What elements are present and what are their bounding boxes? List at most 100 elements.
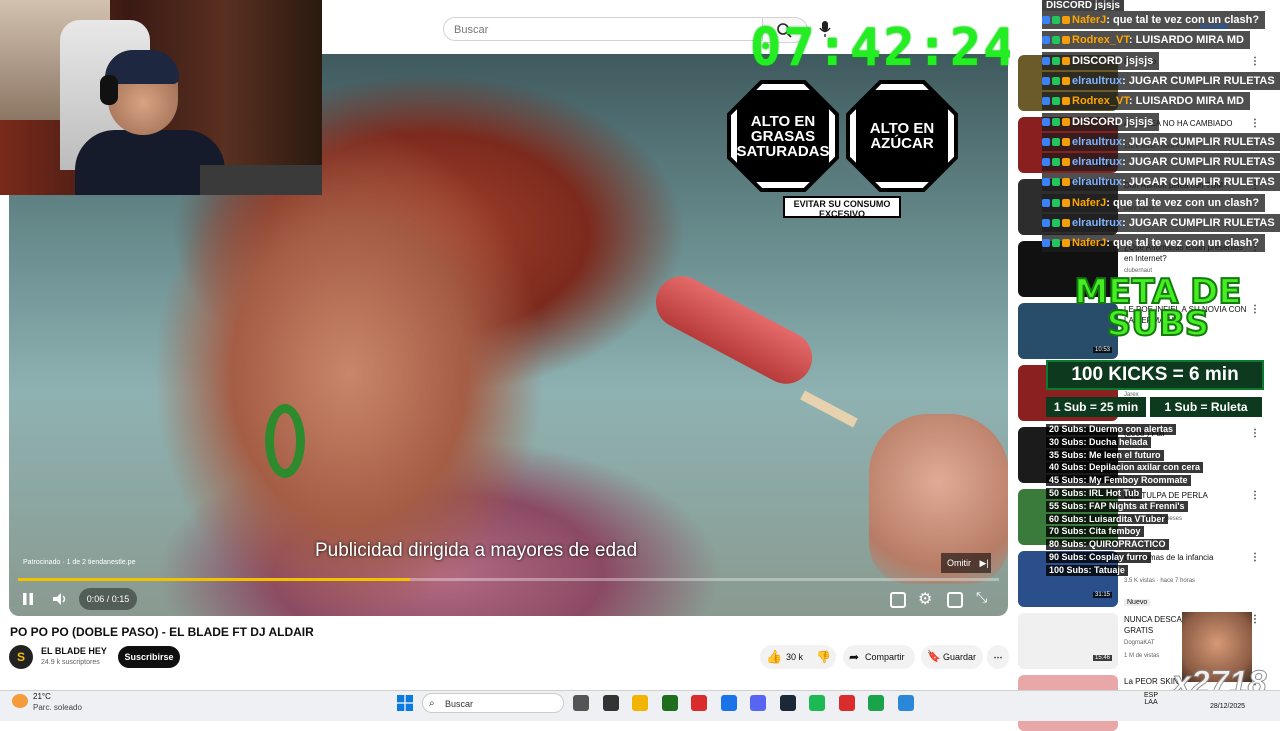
subs-goal-item: 60 Subs: Luisardita VTuber — [1046, 513, 1168, 525]
webcam-overlay — [0, 0, 322, 195]
rec-more-icon[interactable]: ⋮ — [1250, 490, 1260, 501]
chat-username: NaferJ — [1072, 14, 1107, 26]
chat-badge-icon — [1042, 16, 1050, 25]
rec-more-icon[interactable]: ⋮ — [1250, 56, 1260, 67]
steam-icon[interactable] — [779, 695, 796, 711]
rec-more-icon[interactable]: ⋮ — [1250, 428, 1260, 439]
video-title: PO PO PO (DOBLE PASO) - EL BLADE FT DJ A… — [10, 625, 314, 639]
volume-icon[interactable] — [50, 590, 70, 608]
chat-message: NaferJ: que tal te vez con un clash? — [1042, 193, 1266, 212]
language-indicator[interactable]: ESP LAA — [1144, 692, 1158, 706]
media-icon[interactable] — [691, 695, 707, 711]
chat-message: DISCORD jsjsjs — [1042, 112, 1160, 131]
chat-username: NaferJ — [1072, 237, 1107, 250]
chat-message: NaferJ: que tal te vez con un clash? — [1042, 11, 1266, 29]
search-icon: ⌕ — [429, 698, 435, 709]
ad-sponsor-info[interactable]: Patrocinado · 1 de 2 tiendanestle.pe — [23, 559, 135, 566]
subs-goal-item: 100 Subs: Tatuaje — [1046, 564, 1128, 576]
spotify-icon[interactable] — [809, 695, 825, 711]
chat-message: elraultrux: JUGAR CUMPLIR RULETAS — [1042, 214, 1280, 232]
lang-secondary: LAA — [1144, 699, 1158, 706]
chat-message: elraultrux: JUGAR CUMPLIR RULETAS — [1042, 132, 1280, 151]
chat-badge-icon — [1062, 76, 1070, 85]
subs-goal-item: 80 Subs: QUIROPRACTICO — [1046, 539, 1169, 551]
chat-badge-icon — [1052, 117, 1060, 126]
chat-text: : JUGAR CUMPLIR RULETAS — [1122, 156, 1275, 169]
chat-badge-icon — [1052, 56, 1060, 65]
bookmark-icon: 🔖 — [927, 651, 941, 663]
file-explorer-icon[interactable] — [632, 695, 648, 711]
rec-meta: 3.5 K vistas · hace 7 horas — [1124, 578, 1196, 584]
chat-username: Rodrex_VT — [1072, 95, 1129, 108]
taskbar-search[interactable]: ⌕ Buscar — [422, 693, 564, 713]
rec-duration: 31:15 — [1093, 592, 1113, 598]
weather-temp[interactable]: 21°C — [33, 692, 51, 701]
chat-message: Rodrex_VT: LUISARDO MIRA MD — [1042, 31, 1250, 50]
notepad-icon[interactable] — [897, 695, 914, 711]
weather-icon[interactable] — [12, 694, 28, 708]
search-input[interactable]: Buscar — [443, 17, 763, 41]
chat-badge-icon — [1062, 137, 1070, 146]
kicks-goal: 100 KICKS = 6 min — [1046, 360, 1264, 390]
share-button[interactable]: ➦ Compartir — [843, 645, 915, 669]
subs-goal-item: 50 Subs: IRL Hot Tub — [1046, 487, 1143, 499]
subs-goal-item: 45 Subs: My Femboy Roommate — [1046, 475, 1191, 487]
earring-image — [265, 404, 305, 478]
chat-text: : LUISARDO MIRA MD — [1128, 95, 1244, 108]
like-button[interactable]: 👍 30 k 👎 — [760, 645, 836, 669]
skip-label: Omitir — [947, 558, 971, 568]
subscribe-button[interactable]: Suscribirse — [118, 646, 180, 668]
warning-fat-text: ALTO EN GRASAS SATURADAS — [731, 84, 835, 188]
chat-badge-icon — [1042, 117, 1050, 126]
channel-avatar[interactable]: S — [9, 645, 33, 669]
popsicle-image — [646, 267, 822, 393]
rec-more-icon[interactable]: ⋮ — [1250, 552, 1260, 563]
chat-badge-icon — [1052, 97, 1060, 106]
rec-more-icon[interactable]: ⋮ — [1250, 118, 1260, 129]
pause-icon[interactable] — [18, 590, 38, 608]
weather-desc[interactable]: Parc. soleado — [33, 703, 82, 712]
chrome-icon[interactable] — [720, 695, 737, 711]
windows-start-icon[interactable] — [397, 695, 413, 711]
settings-gear-icon[interactable]: ⚙ — [918, 589, 932, 609]
progress-bar[interactable] — [18, 578, 999, 581]
task-view-icon[interactable] — [573, 695, 589, 711]
sub-roulette-goal: 1 Sub = Ruleta — [1150, 397, 1262, 417]
skip-ad-button[interactable]: Omitir ▶| — [941, 553, 991, 573]
chat-badge-icon — [1052, 198, 1060, 207]
chat-text: : que tal te vez con un clash? — [1106, 237, 1260, 250]
chat-badge-icon — [1052, 239, 1060, 248]
thumbs-up-icon: 👍 — [766, 649, 783, 664]
chat-username: NaferJ — [1072, 196, 1107, 209]
captions-icon[interactable] — [890, 592, 906, 608]
chat-badge-icon — [1062, 158, 1070, 167]
obs-icon[interactable] — [838, 695, 855, 711]
thumbs-down-icon[interactable]: 👎 — [816, 645, 831, 669]
chat-badge-icon — [1062, 178, 1070, 187]
save-button[interactable]: 🔖 Guardar — [921, 645, 983, 669]
terminal-icon[interactable] — [602, 695, 619, 711]
chat-badge-icon — [1062, 198, 1070, 207]
subs-goal-item: 20 Subs: Duermo con alertas — [1046, 424, 1177, 435]
taskbar-date[interactable]: 28/12/2025 — [1210, 703, 1245, 710]
chat-username: elraultrux — [1072, 156, 1123, 169]
rec-views: 1 M de vistas — [1124, 653, 1160, 659]
signin-button[interactable]: Acceder — [1200, 22, 1229, 31]
chat-message: elraultrux: JUGAR CUMPLIR RULETAS — [1042, 71, 1280, 90]
channel-name[interactable]: EL BLADE HEY — [41, 646, 107, 656]
game-icon[interactable] — [661, 695, 678, 711]
miniplayer-icon[interactable] — [947, 592, 963, 608]
chat-badge-icon — [1052, 16, 1060, 25]
popsicle-stick — [800, 390, 858, 428]
chat-badge-icon — [1052, 137, 1060, 146]
chat-username: elraultrux — [1072, 74, 1123, 87]
more-actions-icon[interactable]: ⋯ — [987, 645, 1009, 669]
channel-subscribers: 24.9 k suscriptores — [41, 659, 100, 666]
ad-subtitle: Publicidad dirigida a mayores de edad — [315, 540, 638, 561]
progress-fill — [18, 578, 411, 581]
fullscreen-icon[interactable]: ⤡ — [976, 589, 987, 606]
subs-goal-item: 30 Subs: Ducha helada — [1046, 436, 1151, 448]
discord-icon[interactable] — [750, 695, 766, 711]
kick-icon[interactable] — [868, 695, 884, 711]
chat-badge-icon — [1042, 219, 1050, 228]
